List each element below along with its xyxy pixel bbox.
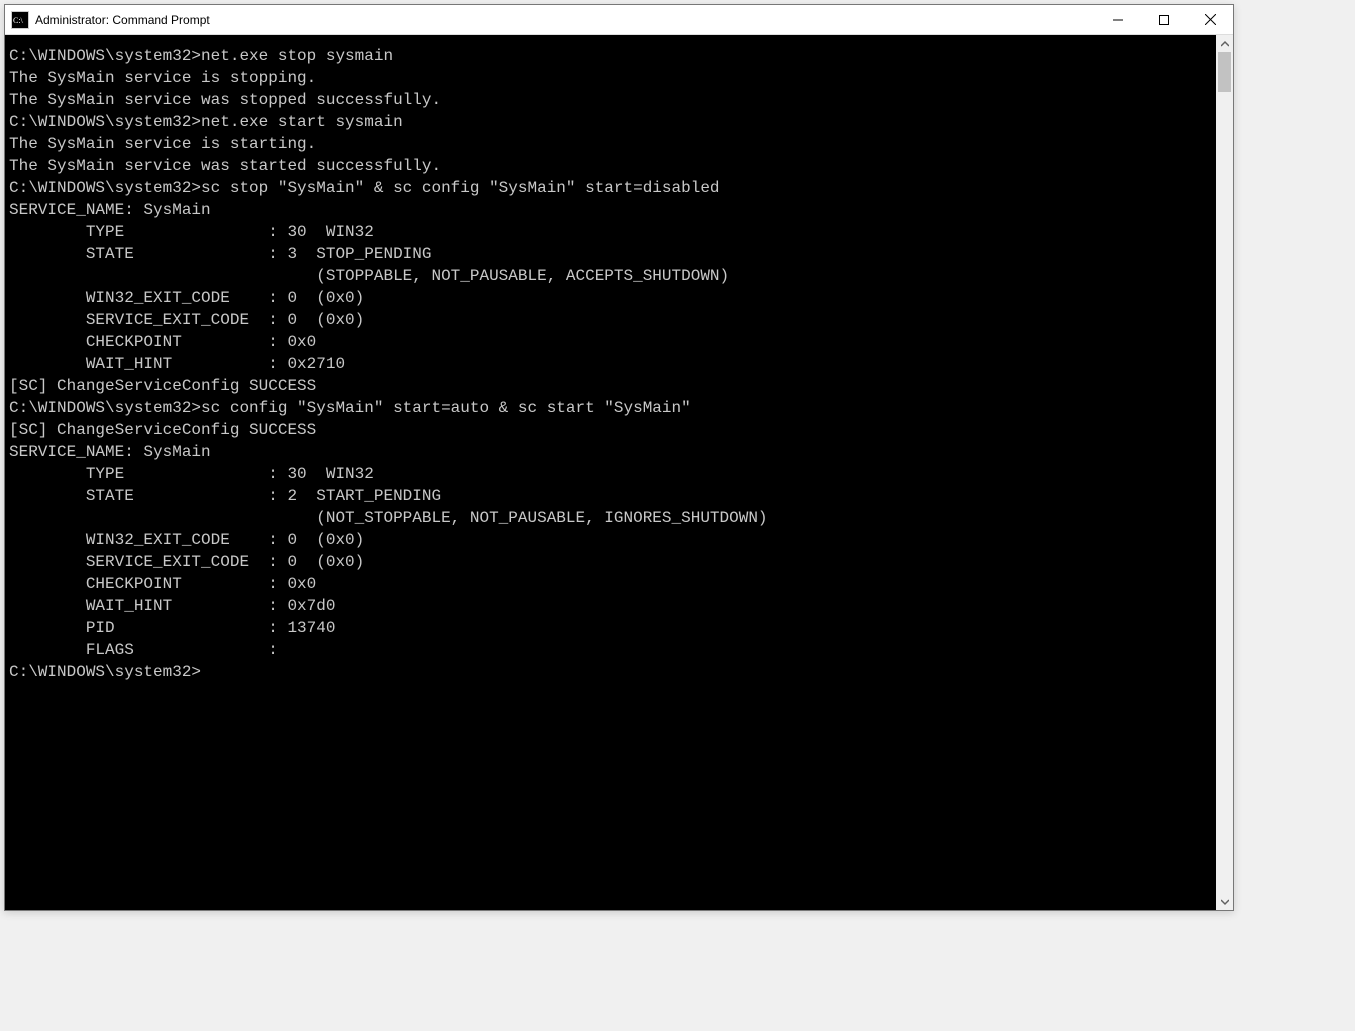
window-title: Administrator: Command Prompt bbox=[35, 13, 210, 27]
terminal-line: C:\WINDOWS\system32>net.exe start sysmai… bbox=[9, 111, 1212, 133]
terminal-line: WAIT_HINT : 0x7d0 bbox=[9, 595, 1212, 617]
scroll-thumb[interactable] bbox=[1218, 52, 1231, 92]
terminal-line: CHECKPOINT : 0x0 bbox=[9, 573, 1212, 595]
terminal-line: WIN32_EXIT_CODE : 0 (0x0) bbox=[9, 287, 1212, 309]
terminal-line: FLAGS : bbox=[9, 639, 1212, 661]
terminal-line: PID : 13740 bbox=[9, 617, 1212, 639]
terminal-line: SERVICE_NAME: SysMain bbox=[9, 441, 1212, 463]
terminal-line: [SC] ChangeServiceConfig SUCCESS bbox=[9, 375, 1212, 397]
console-wrap: C:\WINDOWS\system32>net.exe stop sysmain… bbox=[5, 35, 1233, 910]
terminal-prompt[interactable]: C:\WINDOWS\system32> bbox=[9, 661, 1212, 683]
scroll-track[interactable] bbox=[1216, 52, 1233, 893]
terminal-line: SERVICE_NAME: SysMain bbox=[9, 199, 1212, 221]
terminal-line: TYPE : 30 WIN32 bbox=[9, 463, 1212, 485]
terminal-line: STATE : 3 STOP_PENDING bbox=[9, 243, 1212, 265]
vertical-scrollbar[interactable] bbox=[1216, 35, 1233, 910]
terminal-line: STATE : 2 START_PENDING bbox=[9, 485, 1212, 507]
terminal-line: The SysMain service is stopping. bbox=[9, 67, 1212, 89]
command-prompt-window: C:\ Administrator: Command Prompt C:\WIN… bbox=[4, 4, 1234, 911]
terminal-line: WIN32_EXIT_CODE : 0 (0x0) bbox=[9, 529, 1212, 551]
window-controls bbox=[1095, 5, 1233, 35]
terminal-line: [SC] ChangeServiceConfig SUCCESS bbox=[9, 419, 1212, 441]
terminal-line: SERVICE_EXIT_CODE : 0 (0x0) bbox=[9, 309, 1212, 331]
terminal-line: The SysMain service is starting. bbox=[9, 133, 1212, 155]
minimize-button[interactable] bbox=[1095, 5, 1141, 35]
terminal-line: SERVICE_EXIT_CODE : 0 (0x0) bbox=[9, 551, 1212, 573]
terminal-line: (STOPPABLE, NOT_PAUSABLE, ACCEPTS_SHUTDO… bbox=[9, 265, 1212, 287]
terminal-line: C:\WINDOWS\system32>net.exe stop sysmain bbox=[9, 45, 1212, 67]
scroll-down-arrow-icon[interactable] bbox=[1216, 893, 1233, 910]
terminal-line: The SysMain service was stopped successf… bbox=[9, 89, 1212, 111]
svg-text:C:\: C:\ bbox=[13, 16, 24, 25]
cmd-icon: C:\ bbox=[11, 11, 29, 29]
titlebar[interactable]: C:\ Administrator: Command Prompt bbox=[5, 5, 1233, 35]
terminal-line: CHECKPOINT : 0x0 bbox=[9, 331, 1212, 353]
terminal-output[interactable]: C:\WINDOWS\system32>net.exe stop sysmain… bbox=[5, 35, 1216, 910]
terminal-line: WAIT_HINT : 0x2710 bbox=[9, 353, 1212, 375]
maximize-button[interactable] bbox=[1141, 5, 1187, 35]
terminal-line: C:\WINDOWS\system32>sc stop "SysMain" & … bbox=[9, 177, 1212, 199]
scroll-up-arrow-icon[interactable] bbox=[1216, 35, 1233, 52]
terminal-line: (NOT_STOPPABLE, NOT_PAUSABLE, IGNORES_SH… bbox=[9, 507, 1212, 529]
terminal-line: The SysMain service was started successf… bbox=[9, 155, 1212, 177]
close-button[interactable] bbox=[1187, 5, 1233, 35]
terminal-line: TYPE : 30 WIN32 bbox=[9, 221, 1212, 243]
terminal-line: C:\WINDOWS\system32>sc config "SysMain" … bbox=[9, 397, 1212, 419]
